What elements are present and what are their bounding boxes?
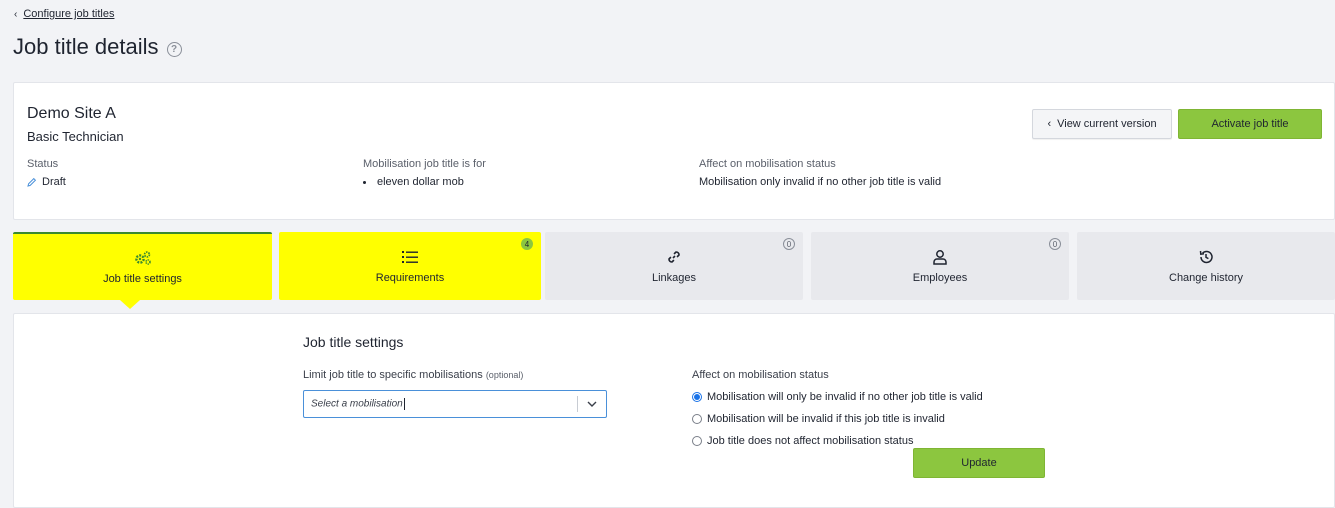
tab-label: Requirements — [375, 272, 445, 284]
status-value: Draft — [27, 176, 66, 188]
tab-bar: Job title settings Requirements 4 Linkag… — [13, 232, 1335, 300]
settings-title: Job title settings — [303, 334, 404, 350]
affect-value: Mobilisation only invalid if no other jo… — [699, 176, 942, 188]
radio-option-invalid-if-this-invalid[interactable]: Mobilisation will be invalid if this job… — [692, 413, 945, 425]
chevron-down-icon[interactable] — [578, 391, 606, 417]
update-button[interactable]: Update — [913, 448, 1045, 478]
radio-button[interactable] — [692, 414, 702, 424]
person-icon — [931, 248, 949, 266]
view-current-version-button[interactable]: ‹ View current version — [1032, 109, 1172, 139]
job-title-name: Basic Technician — [27, 129, 124, 144]
view-current-version-label: View current version — [1057, 118, 1157, 130]
help-icon[interactable]: ? — [166, 41, 182, 57]
tab-label: Change history — [1169, 272, 1243, 284]
breadcrumb-link-configure-job-titles[interactable]: Configure job titles — [23, 8, 114, 20]
limit-label-text: Limit job title to specific mobilisation… — [303, 369, 483, 381]
radio-option-only-invalid-if-no-other[interactable]: Mobilisation will only be invalid if no … — [692, 391, 983, 403]
status-label: Status — [27, 158, 59, 170]
tab-change-history[interactable]: Change history — [1077, 232, 1335, 300]
status-text: Draft — [42, 176, 66, 188]
mobilisation-value: eleven dollar mob — [363, 176, 486, 188]
site-name: Demo Site A — [27, 105, 116, 122]
job-title-settings-panel: Job title settings Limit job title to sp… — [13, 313, 1335, 508]
affect-label: Affect on mobilisation status — [699, 158, 836, 170]
page-title: Job title details ? — [13, 34, 182, 60]
pencil-icon — [27, 177, 37, 187]
status-field: Status Draft — [27, 158, 66, 188]
radio-button[interactable] — [692, 436, 702, 446]
mobilisation-text: eleven dollar mob — [377, 176, 464, 188]
mobilisation-field: Mobilisation job title is for eleven dol… — [363, 158, 486, 188]
requirements-count-badge: 4 — [521, 238, 533, 250]
active-tab-pointer — [120, 300, 140, 309]
chevron-left-icon: ‹ — [1047, 118, 1052, 130]
optional-label: (optional) — [485, 370, 524, 380]
select-placeholder: Select a mobilisation — [311, 398, 405, 410]
tab-job-title-settings[interactable]: Job title settings — [13, 232, 272, 300]
tab-label: Linkages — [651, 272, 697, 284]
chevron-left-icon: ‹ — [14, 8, 18, 20]
mobilisation-label: Mobilisation job title is for — [363, 158, 486, 170]
bullet-icon — [363, 180, 366, 184]
tab-label: Job title settings — [103, 273, 182, 285]
link-icon — [665, 248, 683, 266]
history-icon — [1197, 248, 1215, 266]
tab-linkages[interactable]: Linkages 0 — [545, 232, 803, 300]
gears-icon — [134, 249, 152, 267]
radio-label: Job title does not affect mobilisation s… — [707, 435, 914, 447]
tab-label: Employees — [912, 272, 968, 284]
employees-count-badge: 0 — [1049, 238, 1061, 250]
breadcrumb: ‹ Configure job titles — [14, 8, 114, 20]
page-title-text: Job title details — [13, 34, 159, 59]
affect-status-label: Affect on mobilisation status — [692, 369, 829, 381]
radio-label: Mobilisation will be invalid if this job… — [707, 413, 945, 425]
list-icon — [401, 248, 419, 266]
mobilisation-select[interactable]: Select a mobilisation — [303, 390, 607, 418]
radio-label: Mobilisation will only be invalid if no … — [707, 391, 983, 403]
job-title-summary-card: Demo Site A Basic Technician Status Draf… — [13, 82, 1335, 220]
radio-button[interactable] — [692, 392, 702, 402]
activate-job-title-button[interactable]: Activate job title — [1178, 109, 1322, 139]
linkages-count-badge: 0 — [783, 238, 795, 250]
limit-mobilisations-label: Limit job title to specific mobilisation… — [303, 369, 523, 381]
tab-employees[interactable]: Employees 0 — [811, 232, 1069, 300]
affect-field: Affect on mobilisation status Mobilisati… — [699, 158, 941, 188]
tab-requirements[interactable]: Requirements 4 — [279, 232, 541, 300]
radio-option-does-not-affect[interactable]: Job title does not affect mobilisation s… — [692, 435, 913, 447]
